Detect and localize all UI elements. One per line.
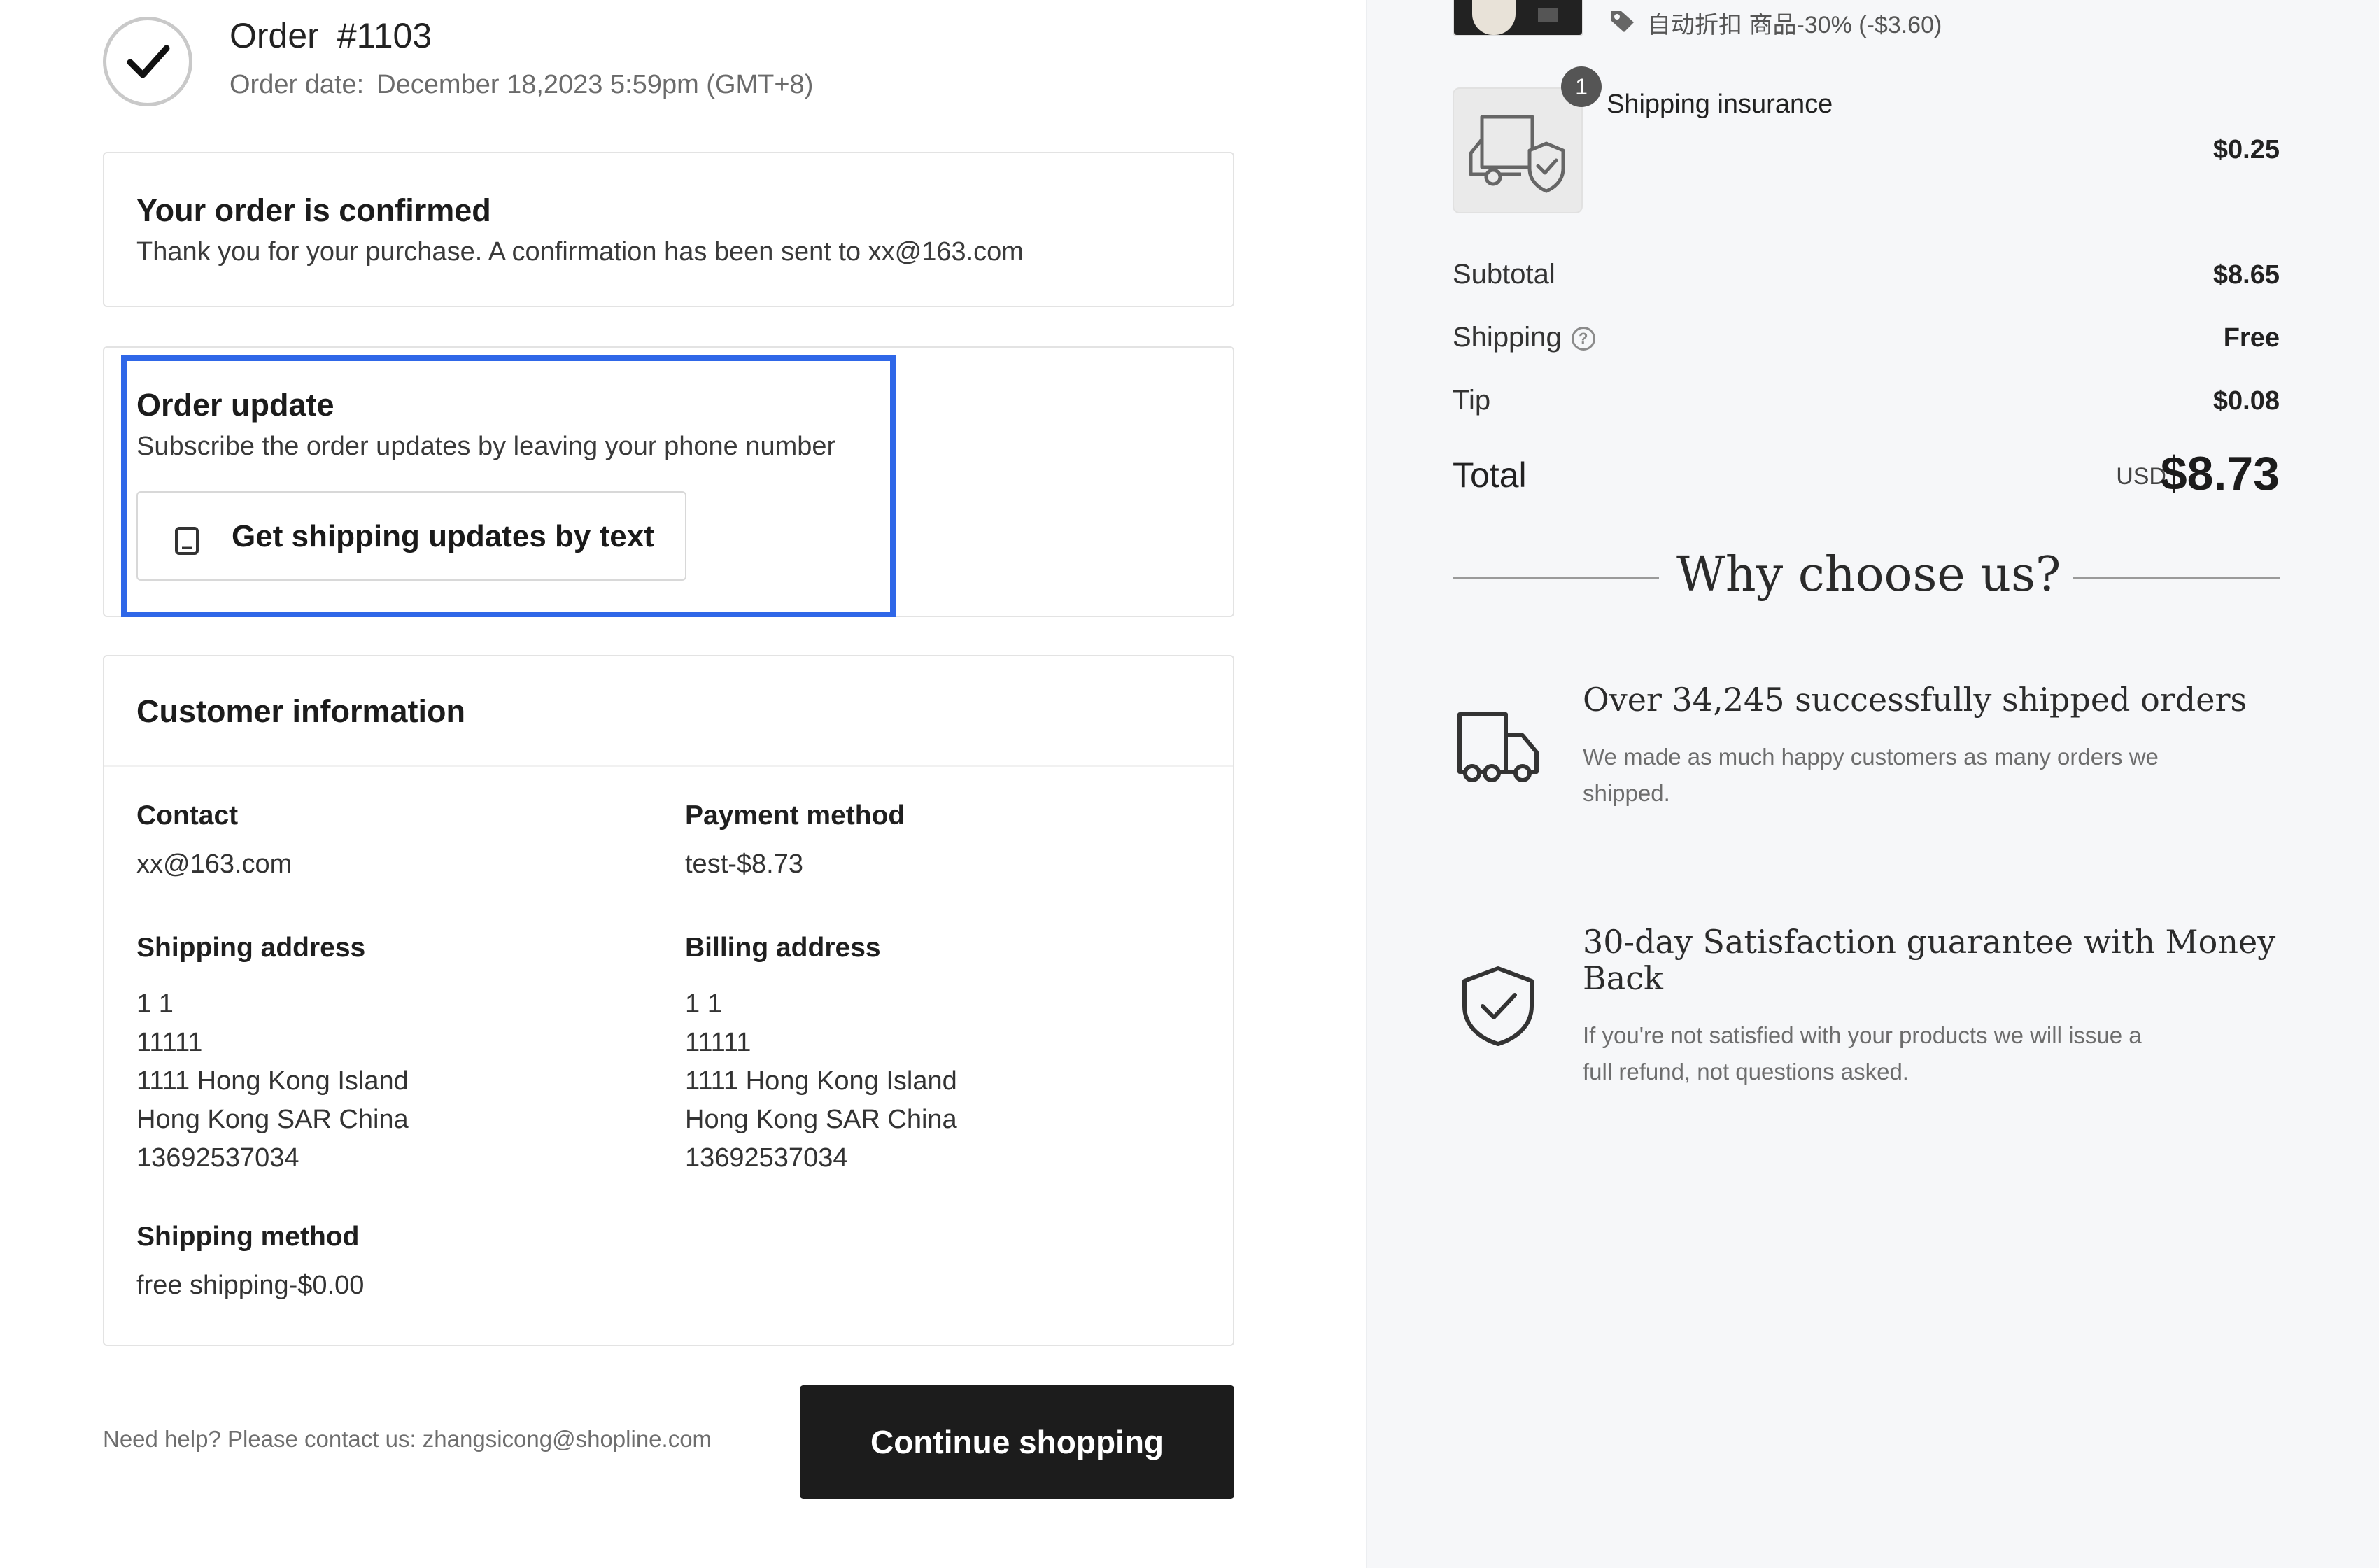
insurance-truck-icon — [1469, 115, 1565, 193]
billing-address: 1 1 11111 1111 Hong Kong Island Hong Kon… — [685, 985, 957, 1178]
shipping-insurance-name: Shipping insurance — [1607, 90, 1833, 119]
billing-address-line: 1111 Hong Kong Island — [685, 1066, 957, 1096]
feature-title-line: Back — [1583, 959, 1663, 997]
shipping-value: Free — [2223, 323, 2280, 353]
subtotal-label: Subtotal — [1453, 259, 1555, 290]
feature-desc-line: shipped. — [1583, 780, 1670, 806]
total-label: Total — [1453, 455, 1527, 495]
shipping-help-icon[interactable]: ? — [1571, 327, 1595, 351]
order-title: Order #1103 — [230, 15, 432, 56]
feature-desc-line: If you're not satisfied with your produc… — [1583, 1022, 2142, 1048]
subtotal-value: $8.65 — [2212, 260, 2280, 290]
billing-address-line: 11111 — [685, 1028, 751, 1057]
why-divider-left — [1453, 577, 1659, 579]
feature-desc-line: full refund, not questions asked. — [1583, 1059, 1909, 1085]
continue-shopping-button[interactable]: Continue shopping — [800, 1385, 1234, 1499]
shipping-address-line: 1111 Hong Kong Island — [136, 1066, 409, 1096]
customer-information-title: Customer information — [136, 693, 466, 729]
discount-line: 自动折扣 商品-30% (-$3.60) — [1609, 6, 1942, 40]
truck-icon — [1457, 712, 1539, 782]
shipping-insurance-price: $0.25 — [2212, 135, 2280, 164]
order-date-label: Order date: — [230, 70, 365, 99]
order-confirmed-card: Your order is confirmed Thank you for yo… — [103, 152, 1234, 307]
contact-label: Contact — [136, 800, 239, 831]
shipping-address-line: 1 1 — [136, 989, 174, 1019]
billing-address-line: 1 1 — [685, 989, 722, 1019]
tip-value: $0.08 — [2212, 386, 2280, 416]
mobile-phone-icon — [175, 527, 199, 555]
order-date: Order date: December 18,2023 5:59pm (GMT+… — [230, 70, 813, 100]
order-main-panel: Order #1103 Order date: December 18,2023 5… — [0, 0, 1366, 1568]
order-confirmed-title: Your order is confirmed — [136, 192, 491, 228]
discount-text: 自动折扣 商品-30% (-$3.60) — [1647, 12, 1942, 38]
shield-check-icon — [1462, 966, 1534, 1046]
order-label: Order — [230, 16, 319, 55]
shipping-label-row: Shipping? — [1453, 322, 1595, 353]
shipping-address-label: Shipping address — [136, 933, 366, 963]
why-divider-right — [2073, 577, 2280, 579]
total-currency: USD — [2116, 463, 2166, 490]
order-number: #1103 — [337, 16, 432, 55]
order-date-value: December 18,2023 5:59pm (GMT+8) — [376, 70, 814, 99]
help-contact-text: Need help? Please contact us: zhangsicon… — [103, 1426, 712, 1452]
billing-address-line: 13692537034 — [685, 1143, 848, 1173]
shipping-updates-button-label: Get shipping updates by text — [232, 519, 654, 553]
feature-guarantee-desc: If you're not satisfied with your produc… — [1583, 1017, 2142, 1090]
shipping-address: 1 1 11111 1111 Hong Kong Island Hong Kon… — [136, 985, 409, 1178]
shipping-insurance-image — [1453, 87, 1583, 213]
shipping-method-label: Shipping method — [136, 1222, 360, 1252]
insurance-quantity-badge: 1 — [1561, 66, 1602, 107]
customer-information-card: Customer information Contact xx@163.com … — [103, 655, 1234, 1346]
payment-method-value: test-$8.73 — [685, 849, 803, 879]
product-thumbnail — [1453, 0, 1583, 36]
contact-value: xx@163.com — [136, 849, 292, 879]
shipping-label: Shipping — [1453, 322, 1562, 353]
tip-label: Tip — [1453, 385, 1491, 416]
order-confirmed-message: Thank you for your purchase. A confirmat… — [136, 237, 1024, 267]
payment-method-label: Payment method — [685, 800, 905, 831]
billing-address-label: Billing address — [685, 933, 881, 963]
shipping-updates-text-button[interactable]: Get shipping updates by text — [136, 491, 686, 581]
why-choose-us-title: Why choose us? — [1676, 547, 2061, 602]
feature-shipped-orders-title: Over 34,245 successfully shipped orders — [1583, 681, 2247, 719]
order-success-check-icon — [103, 17, 192, 106]
feature-title-line: 30-day Satisfaction guarantee with Money — [1583, 923, 2276, 961]
feature-shipped-orders-desc: We made as much happy customers as many … — [1583, 739, 2159, 812]
shipping-address-line: 13692537034 — [136, 1143, 299, 1173]
customer-information-header: Customer information — [104, 656, 1233, 767]
total-value: $8.73 — [2160, 447, 2280, 500]
feature-guarantee-title: 30-day Satisfaction guarantee with Money… — [1583, 924, 2275, 996]
shipping-address-line: Hong Kong SAR China — [136, 1105, 409, 1134]
shipping-method-value: free shipping-$0.00 — [136, 1271, 365, 1300]
billing-address-line: Hong Kong SAR China — [685, 1105, 957, 1134]
feature-desc-line: We made as much happy customers as many … — [1583, 744, 2159, 770]
shipping-address-line: 11111 — [136, 1028, 203, 1057]
